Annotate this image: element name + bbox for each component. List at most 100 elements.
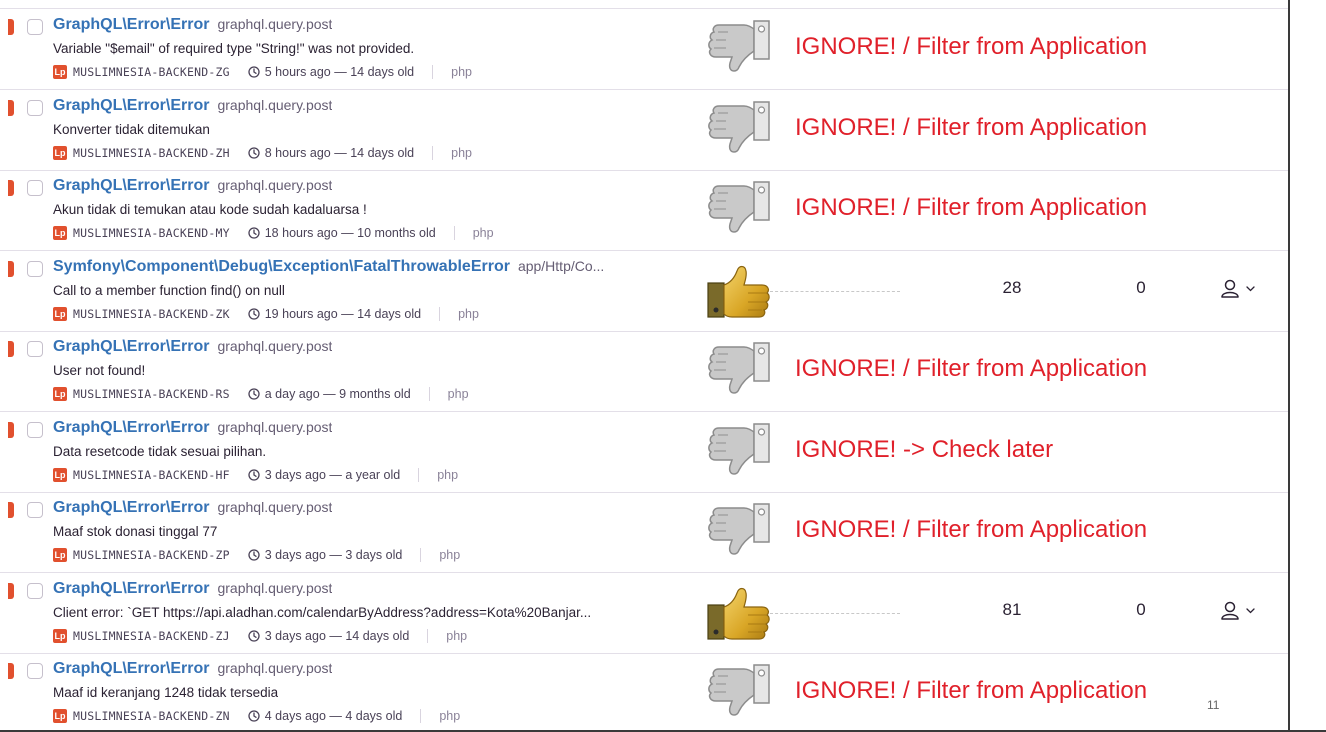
error-level-indicator [8,260,14,277]
issue-select-checkbox[interactable] [27,99,43,116]
issue-title-link[interactable]: GraphQL\Error\Error [53,499,209,516]
project-laravel-icon: Lp [53,709,67,723]
issue-select-checkbox[interactable] [27,19,43,35]
issue-select-checkbox[interactable] [27,502,43,518]
issue-meta: Lp MUSLIMNESIA-BACKEND-ZN 4 days ago — 4… [53,708,460,724]
issue-age: 18 hours ago — 10 months old [264,226,436,240]
issue-platform: php [458,306,479,321]
slide-frame: GraphQL\Error\Error graphql.query.post Va… [0,0,1326,732]
slide-page-number: 11 [1207,698,1220,712]
meta-separator [453,226,455,240]
meta-separator [428,387,430,401]
project-laravel-icon: Lp [53,306,67,321]
issue-meta: Lp MUSLIMNESIA-BACKEND-HF 3 days ago — a… [53,467,458,483]
issue-meta: Lp MUSLIMNESIA-BACKEND-ZP 3 days ago — 3… [53,547,460,563]
issue-short-id[interactable]: MUSLIMNESIA-BACKEND-ZP [73,548,230,562]
issue-culprit: graphql.query.post [217,499,333,515]
graph-placeholder-line [770,612,900,614]
clock-icon [248,710,260,722]
meta-separator [420,709,422,723]
issue-age: 8 hours ago — 14 days old [264,145,415,160]
triage-annotation: IGNORE! / Filter from Application [795,355,1148,382]
issue-culprit: app/Http/Co... [517,257,605,274]
user-count: 0 [1136,599,1146,619]
issue-title-link[interactable]: GraphQL\Error\Error [53,16,209,33]
issue-short-id[interactable]: MUSLIMNESIA-BACKEND-RS [73,387,230,401]
error-level-indicator [8,582,14,599]
clock-icon [248,388,260,400]
issue-short-id[interactable]: MUSLIMNESIA-BACKEND-HF [73,468,230,482]
issue-platform: php [439,548,461,562]
issue-short-id[interactable]: MUSLIMNESIA-BACKEND-ZN [73,709,230,723]
issue-select-checkbox[interactable] [27,180,43,196]
issue-message: Maaf id keranjang 1248 tidak tersedia [53,685,279,700]
issue-culprit: graphql.query.post [217,338,333,354]
issue-short-id[interactable]: MUSLIMNESIA-BACKEND-ZK [73,307,230,321]
issue-meta: Lp MUSLIMNESIA-BACKEND-ZH 8 hours ago — … [53,145,472,161]
issue-row[interactable]: Symfony\Component\Debug\Exception\FatalT… [0,251,1288,332]
issue-title-line: Symfony\Component\Debug\Exception\FatalT… [53,258,604,276]
assignee-dropdown-icon[interactable] [1220,600,1270,622]
issue-row[interactable]: GraphQL\Error\Error graphql.query.post Ma… [0,492,1288,573]
error-level-indicator [8,421,14,438]
issue-short-id[interactable]: MUSLIMNESIA-BACKEND-MY [73,226,230,240]
issue-culprit: graphql.query.post [217,418,333,435]
issue-culprit: graphql.query.post [217,96,333,113]
issue-row[interactable]: GraphQL\Error\Error graphql.query.post Cl… [0,573,1288,654]
issue-select-checkbox[interactable] [27,582,43,599]
issue-select-checkbox[interactable] [27,663,43,679]
issue-meta: Lp MUSLIMNESIA-BACKEND-MY 18 hours ago —… [53,225,494,241]
issue-title-link[interactable]: GraphQL\Error\Error [53,338,209,355]
issue-row[interactable]: GraphQL\Error\Error graphql.query.post Us… [0,331,1288,412]
issue-meta: Lp MUSLIMNESIA-BACKEND-ZJ 3 days ago — 1… [53,628,467,644]
clock-icon [248,66,260,78]
issue-title-line: GraphQL\Error\Error graphql.query.post [53,338,332,356]
frame-right-border [1288,0,1290,732]
issue-short-id[interactable]: MUSLIMNESIA-BACKEND-ZG [73,65,230,79]
project-laravel-icon: Lp [53,65,67,79]
clock-icon [248,307,260,320]
issue-age: 4 days ago — 4 days old [264,709,403,723]
issue-title-line: GraphQL\Error\Error graphql.query.post [53,16,332,34]
issue-short-id[interactable]: MUSLIMNESIA-BACKEND-ZH [73,146,230,160]
issue-row[interactable]: GraphQL\Error\Error graphql.query.post Va… [0,9,1288,90]
thumbs-down-icon [704,422,784,482]
issue-title-link[interactable]: GraphQL\Error\Error [53,580,209,597]
clock-icon [248,227,260,239]
issue-select-checkbox[interactable] [27,341,43,357]
issue-short-id[interactable]: MUSLIMNESIA-BACKEND-ZJ [73,629,230,643]
issue-title-link[interactable]: GraphQL\Error\Error [53,660,209,677]
issue-message: Data resetcode tidak sesuai pilihan. [53,443,267,459]
issue-message: User not found! [53,363,146,378]
clock-icon [248,629,260,642]
issue-age: 3 days ago — 14 days old [264,628,410,643]
issue-platform: php [451,65,472,79]
issue-select-checkbox[interactable] [27,260,43,277]
issue-row[interactable]: GraphQL\Error\Error graphql.query.post Ko… [0,90,1288,171]
issue-title-line: GraphQL\Error\Error graphql.query.post [53,97,332,115]
issue-select-checkbox[interactable] [27,421,43,438]
clock-icon [248,468,260,481]
issue-title-link[interactable]: GraphQL\Error\Error [53,419,209,436]
triage-annotation: IGNORE! / Filter from Application [795,194,1148,221]
issue-title-link[interactable]: GraphQL\Error\Error [53,97,209,114]
triage-annotation: IGNORE! -> Check later [795,435,1054,463]
issue-message: Maaf stok donasi tinggal 77 [53,524,218,539]
issue-row[interactable]: GraphQL\Error\Error graphql.query.post Ak… [0,170,1288,251]
event-count: 28 [1002,277,1022,297]
clock-icon [248,146,260,159]
issue-title-link[interactable]: GraphQL\Error\Error [53,177,209,194]
issue-row[interactable]: GraphQL\Error\Error graphql.query.post Da… [0,412,1288,493]
project-laravel-icon: Lp [53,467,67,482]
error-level-indicator [8,502,14,518]
issue-title-link[interactable]: Symfony\Component\Debug\Exception\FatalT… [53,258,510,275]
triage-annotation: IGNORE! / Filter from Application [795,33,1148,60]
issue-age: 19 hours ago — 14 days old [264,306,422,321]
issue-message: Konverter tidak ditemukan [53,121,210,137]
issue-row[interactable]: GraphQL\Error\Error graphql.query.post Ma… [0,653,1288,732]
graph-placeholder-line [770,290,900,292]
triage-annotation: IGNORE! / Filter from Application [795,516,1148,543]
issue-age: 3 days ago — a year old [264,467,401,482]
triage-annotation: IGNORE! / Filter from Application [795,677,1148,704]
assignee-dropdown-icon[interactable] [1220,278,1270,300]
